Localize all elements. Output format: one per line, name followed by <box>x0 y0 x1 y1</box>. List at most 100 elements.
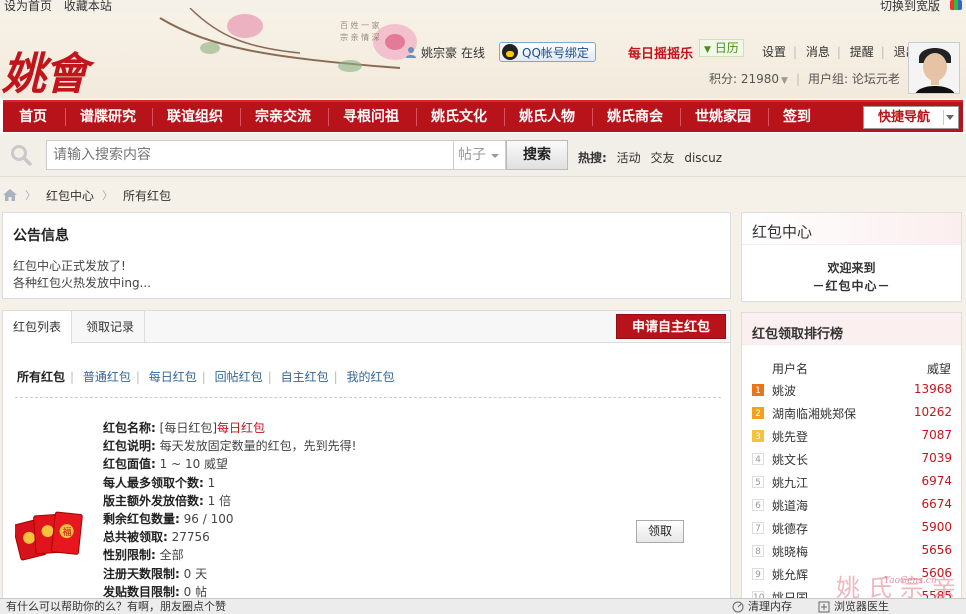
nav-chamber[interactable]: 姚氏商会 <box>607 102 663 132</box>
ranking-row: 3 姚先登 7087 <box>752 426 952 448</box>
detail-row-remaining: 剩余红包数量: 96 / 100 <box>103 512 234 527</box>
search-button[interactable]: 搜索 <box>506 140 568 170</box>
avatar[interactable] <box>908 42 960 94</box>
search-type-label: 帖子 <box>458 147 486 163</box>
rank-username-link[interactable]: 姚九江 <box>772 474 808 491</box>
ranking-col-user: 用户名 <box>772 362 809 376</box>
breadcrumb-separator-icon: 〉 <box>25 189 36 202</box>
hot-search-label: 热搜: <box>578 151 607 165</box>
watermark-domain: YaoGens.cn <box>884 576 937 586</box>
bookmark-link[interactable]: 收藏本站 <box>64 0 112 13</box>
redpacket-center-title: 红包中心 <box>752 223 813 241</box>
switch-wide-link[interactable]: 切换到宽版 <box>880 0 940 12</box>
hot-search-discuz[interactable]: discuz <box>684 151 722 165</box>
rank-username-link[interactable]: 姚波 <box>772 382 796 399</box>
qq-icon <box>502 44 519 60</box>
redpacket-center-panel: 红包中心 欢迎来到 －红包中心－ <box>741 212 962 302</box>
tab-redpacket-list[interactable]: 红包列表 <box>3 311 73 344</box>
nav-checkin[interactable]: 签到 <box>783 102 811 132</box>
online-status[interactable]: 在线 <box>461 44 485 61</box>
breadcrumb: 〉 红包中心 〉 所有红包 <box>0 186 179 204</box>
rank-number: 4 <box>752 453 764 465</box>
welcome-line-1: 欢迎来到 <box>827 261 876 275</box>
filter-normal[interactable]: 普通红包 <box>83 370 131 384</box>
redpacket-name-link[interactable]: 每日红包 <box>217 421 265 435</box>
search-input[interactable] <box>46 140 454 170</box>
site-logo[interactable]: 姚會 <box>2 38 88 102</box>
rank-score: 5900 <box>921 520 952 534</box>
filter-reply[interactable]: 回帖红包 <box>215 370 263 384</box>
nav-homeland[interactable]: 世姚家园 <box>695 102 751 132</box>
hot-search-activity[interactable]: 活动 <box>617 151 641 165</box>
welcome-line-2: －红包中心－ <box>812 279 891 293</box>
set-home-link[interactable]: 设为首页 <box>4 0 52 13</box>
detail-row-moderator-multiplier: 版主额外发放倍数: 1 倍 <box>103 493 232 508</box>
rank-score: 7087 <box>921 428 952 442</box>
notice-panel: 公告信息 红包中心正式发放了! 各种红包火热发放中ing... <box>2 212 731 299</box>
redpacket-details: 红包名称: [每日红包]每日红包 红包说明: 每天发放固定数量的红包，先到先得!… <box>103 419 356 601</box>
quick-nav-label: 快捷导航 <box>878 110 931 125</box>
filter-custom[interactable]: 自主红包 <box>281 370 329 384</box>
tab-claim-record[interactable]: 领取记录 <box>76 311 146 343</box>
nav-clan-exchange[interactable]: 宗亲交流 <box>255 102 311 132</box>
rank-username-link[interactable]: 姚允辉 <box>772 566 808 583</box>
browser-doctor-button[interactable]: 浏览器医生 <box>818 599 889 614</box>
nav-culture[interactable]: 姚氏文化 <box>431 102 487 132</box>
usergroup-label[interactable]: 用户组: 论坛元老 <box>808 72 900 86</box>
daily-shake-link[interactable]: 每日摇摇乐 <box>628 43 693 62</box>
apply-redpacket-button[interactable]: 申请自主红包 <box>616 314 726 339</box>
filter-mine[interactable]: 我的红包 <box>346 370 394 384</box>
detail-row-total-claimed: 总共被领取: 27756 <box>103 530 210 545</box>
messages-link[interactable]: 消息 <box>806 45 830 59</box>
reminders-link[interactable]: 提醒 <box>850 45 874 59</box>
rank-username-link[interactable]: 姚德存 <box>772 520 808 537</box>
points-label[interactable]: 积分: 21980 <box>709 72 779 86</box>
calendar-label: 日历 <box>714 41 739 55</box>
nav-people[interactable]: 姚氏人物 <box>519 102 575 132</box>
filter-all[interactable]: 所有红包 <box>17 370 65 384</box>
calendar-button[interactable]: ▼ 日历 <box>699 39 744 57</box>
ranking-row: 4 姚文长 7039 <box>752 449 952 471</box>
qq-bind-button[interactable]: QQ帐号绑定 <box>499 42 596 62</box>
username-link[interactable]: 姚宗豪 <box>421 44 457 61</box>
claim-button[interactable]: 领取 <box>636 520 684 543</box>
clean-memory-button[interactable]: 清理内存 <box>732 599 792 614</box>
hot-search-friends[interactable]: 交友 <box>650 151 674 165</box>
ranking-row: 2 湖南临湘姚郑保 10262 <box>752 403 952 425</box>
site-header: 姚會 百 姓 一 家 宗 亲 情 深 姚宗豪 在线 QQ帐号绑定 每日摇摇乐 ▼… <box>0 8 966 100</box>
ranking-row: 8 姚晓梅 5656 <box>752 541 952 563</box>
color-theme-icon[interactable] <box>950 0 962 10</box>
hot-search: 热搜: 活动 交友 discuz <box>578 149 728 166</box>
detail-row-desc: 红包说明: 每天发放固定数量的红包，先到先得! <box>103 439 357 454</box>
ranking-row: 7 姚德存 5900 <box>752 518 952 540</box>
quick-nav-button[interactable]: 快捷导航 <box>863 106 959 129</box>
home-icon[interactable] <box>3 189 17 201</box>
filter-daily[interactable]: 每日红包 <box>149 370 197 384</box>
search-icon <box>11 145 32 166</box>
status-help-text[interactable]: 有什么可以帮助你的么？有啊，朋友圈点个赞 <box>6 599 226 614</box>
search-type-select[interactable]: 帖子 <box>454 140 506 170</box>
peony-decoration-icon: 百 姓 一 家 宗 亲 情 深 <box>159 8 417 72</box>
rank-score: 5656 <box>921 543 952 557</box>
tab-bar: 红包列表 领取记录 申请自主红包 <box>3 311 730 344</box>
notice-line-2: 各种红包火热发放中ing... <box>13 276 152 290</box>
breadcrumb-redpacket-center[interactable]: 红包中心 <box>46 187 94 204</box>
nav-home[interactable]: 首页 <box>19 102 47 132</box>
rank-username-link[interactable]: 姚道海 <box>772 497 808 514</box>
breadcrumb-all-redpackets: 所有红包 <box>123 188 172 203</box>
rank-username-link[interactable]: 湖南临湘姚郑保 <box>772 405 856 422</box>
envelope-fu-text: 福 <box>63 526 72 538</box>
points-line: 积分: 21980 ▼ | 用户组: 论坛元老 <box>709 72 900 86</box>
rank-username-link[interactable]: 姚先登 <box>772 428 808 445</box>
caret-down-icon[interactable]: ▼ <box>781 76 788 86</box>
nav-genealogy[interactable]: 谱牒研究 <box>80 102 136 132</box>
rank-username-link[interactable]: 姚文长 <box>772 451 808 468</box>
user-info: 姚宗豪 在线 QQ帐号绑定 <box>405 42 596 62</box>
settings-link[interactable]: 设置 <box>762 45 786 59</box>
nav-association[interactable]: 联谊组织 <box>167 102 223 132</box>
rank-score: 7039 <box>921 451 952 465</box>
detail-row-name: 红包名称: [每日红包]每日红包 <box>103 421 266 435</box>
rank-username-link[interactable]: 姚晓梅 <box>772 543 808 560</box>
gauge-icon <box>732 601 744 612</box>
nav-root-search[interactable]: 寻根问祖 <box>343 102 399 132</box>
